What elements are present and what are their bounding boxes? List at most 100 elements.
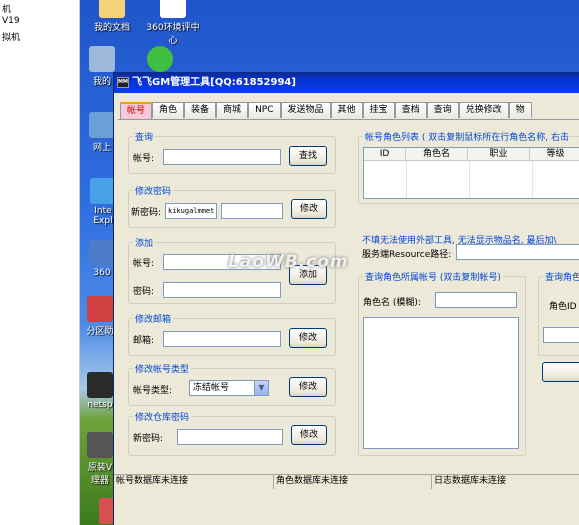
grid-line (532, 161, 533, 198)
desktop-icon-label: Inte Expl (93, 206, 113, 226)
desktop-icon-label: netsp (87, 400, 113, 410)
role-name-fuzzy-input[interactable] (435, 292, 517, 308)
column-class[interactable]: 职业 (468, 148, 530, 161)
chevron-down-icon[interactable]: ▼ (254, 381, 268, 395)
app-icon (89, 240, 115, 266)
grid-line (406, 161, 407, 198)
group-query: 查询 帐号: 查找 (128, 130, 336, 174)
group-role-list-legend: 帐号角色列表 ( 双击复制鼠标所在行角色名称, 右击 (363, 130, 571, 143)
tab-check-file[interactable]: 查档 (394, 102, 427, 118)
desktop-icon-partition[interactable]: 分区助 (84, 296, 116, 337)
desktop-icon-vm-manager[interactable]: 原装V 理器 (84, 432, 116, 486)
desktop-icon-my-computer[interactable]: 我的 (88, 46, 116, 87)
explorer-pane: 机 V19 拟机 (0, 0, 80, 525)
group-change-account-type: 修改帐号类型 帐号类型: 冻结帐号 ▼ 修改 (128, 362, 336, 406)
new-password-input[interactable]: kikugalmmet (165, 203, 217, 219)
group-query-role: 查询角色 角色ID (538, 270, 579, 356)
change-email-button[interactable]: 修改 (289, 328, 327, 348)
desktop-icon-label: 网上 (92, 143, 111, 153)
change-password-button[interactable]: 修改 (291, 199, 327, 219)
group-change-warehouse-password-legend: 修改仓库密码 (133, 410, 192, 423)
role-account-list[interactable] (363, 317, 519, 449)
status-bar: 帐号数据库未连接 角色数据库未连接 日志数据库未连接 (114, 474, 579, 489)
tab-mall[interactable]: 商城 (216, 102, 249, 118)
refresh-icon (147, 46, 173, 72)
partition-icon (87, 296, 113, 322)
group-change-warehouse-password: 修改仓库密码 新密码: 修改 (128, 410, 336, 456)
explorer-line-2[interactable]: V19 (2, 16, 20, 26)
tab-account[interactable]: 帐号 (120, 102, 153, 120)
tab-exchange-edit[interactable]: 兑换修改 (458, 102, 509, 118)
tab-hang[interactable]: 挂宝 (362, 102, 395, 118)
resource-path-input[interactable] (456, 244, 579, 260)
network-icon (89, 112, 115, 138)
group-role-list: 帐号角色列表 ( 双击复制鼠标所在行角色名称, 右击 ID 角色名 职业 等级 (358, 130, 579, 204)
app-icon (87, 372, 113, 398)
desktop-icon-my-documents[interactable]: 我的文档 (88, 0, 136, 33)
desktop-icon-netsp[interactable]: netsp (84, 372, 116, 410)
desktop-icon-label: 原装V 理器 (87, 463, 113, 486)
change-warehouse-password-button[interactable]: 修改 (291, 425, 327, 445)
column-level[interactable]: 等级 (530, 148, 579, 161)
column-role-name[interactable]: 角色名 (406, 148, 468, 161)
group-add-legend: 添加 (133, 236, 156, 249)
tab-other[interactable]: 其他 (330, 102, 363, 118)
account-type-label: 帐号类型: (133, 386, 173, 396)
account-type-selected: 冻结帐号 (193, 383, 230, 393)
desktop-icon-360[interactable]: 360 (88, 240, 116, 278)
tab-send-items[interactable]: 发送物品 (280, 102, 331, 118)
desktop-icon-network[interactable]: 网上 (88, 112, 116, 153)
folder-icon (99, 0, 125, 18)
resource-path-label: 服务端Resource路径: (362, 250, 452, 260)
desktop-icon-360-green[interactable] (146, 46, 174, 74)
warehouse-password-label: 新密码: (133, 434, 164, 444)
add-password-label: 密码: (133, 287, 155, 297)
search-button[interactable]: 查找 (289, 146, 327, 166)
account-type-select[interactable]: 冻结帐号 ▼ (189, 380, 269, 396)
title-bar[interactable]: MM 飞飞GM管理工具[QQ:61852994] (114, 72, 579, 93)
status-log-db: 日志数据库未连接 (434, 476, 507, 486)
email-input[interactable] (163, 331, 281, 347)
status-account-db: 帐号数据库未连接 (114, 475, 274, 489)
add-account-label: 帐号: (133, 259, 155, 269)
warehouse-password-input[interactable] (177, 429, 283, 445)
tab-bar: 帐号 角色 装备 商城 NPC 发送物品 其他 挂宝 查档 查询 兑换修改物 (120, 102, 532, 120)
new-password-label: 新密码: (131, 208, 162, 218)
tab-panel-account: 查询 帐号: 查找 修改密码 新密码: kikugalmmet 修改 添加 帐号… (118, 119, 579, 475)
tab-query[interactable]: 查询 (426, 102, 459, 118)
group-query-legend: 查询 (133, 130, 156, 143)
confirm-password-input[interactable] (221, 203, 283, 219)
email-label: 邮箱: (133, 336, 155, 346)
role-id-input[interactable] (543, 327, 579, 343)
grid-line (469, 161, 470, 198)
role-list-header: ID 角色名 职业 等级 (364, 148, 579, 161)
desktop-icon-label: 360环境评中心 (146, 23, 200, 46)
shortcut-icon (160, 0, 186, 18)
group-query-account-by-role: 查询角色所属帐号 (双击复制帐号) 角色名 (模糊): (358, 270, 526, 456)
desktop-icon-360-center[interactable]: 360环境评中心 (142, 0, 204, 46)
add-password-input[interactable] (163, 282, 281, 298)
tab-npc[interactable]: NPC (248, 102, 281, 118)
group-change-password: 修改密码 新密码: kikugalmmet 修改 (128, 184, 336, 228)
app-icon (87, 432, 113, 458)
group-change-password-legend: 修改密码 (133, 184, 174, 197)
change-type-button[interactable]: 修改 (289, 377, 327, 397)
column-id[interactable]: ID (364, 148, 406, 161)
query-role-button[interactable] (542, 362, 579, 382)
explorer-line-1[interactable]: 机 (2, 2, 11, 15)
group-change-email-legend: 修改邮箱 (133, 312, 174, 325)
group-change-email: 修改邮箱 邮箱: 修改 (128, 312, 336, 356)
role-id-label: 角色ID (549, 302, 577, 312)
role-list-table[interactable]: ID 角色名 职业 等级 (363, 147, 579, 199)
explorer-line-3[interactable]: 拟机 (2, 30, 20, 43)
tab-equipment[interactable]: 装备 (184, 102, 217, 118)
tab-items[interactable]: 物 (508, 102, 532, 118)
desktop-icon-label: 我的文档 (93, 23, 130, 33)
group-change-account-type-legend: 修改帐号类型 (133, 362, 192, 375)
tab-role[interactable]: 角色 (152, 102, 185, 118)
group-query-role-legend: 查询角色 (543, 270, 579, 283)
account-label: 帐号: (133, 154, 155, 164)
query-account-input[interactable] (163, 149, 281, 165)
gm-tool-window: MM 飞飞GM管理工具[QQ:61852994] 帐号 角色 装备 商城 NPC 发送物品… (113, 72, 579, 525)
desktop-icon-label: 分区助 (86, 327, 114, 337)
